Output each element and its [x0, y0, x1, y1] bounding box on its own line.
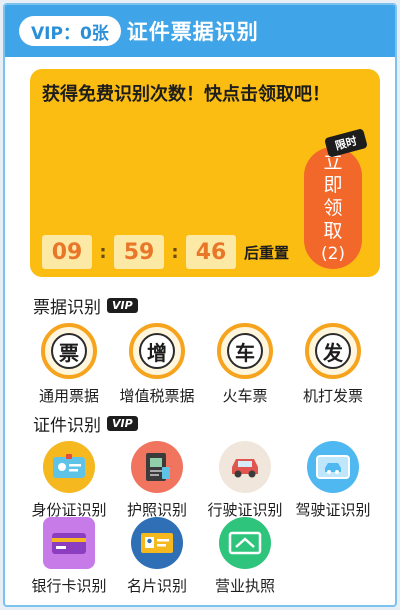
printed-invoice-glyph: 发 — [315, 333, 351, 369]
tile-vat-invoice[interactable]: 增 增值税票据 — [113, 323, 201, 406]
claim-button[interactable]: 立 即 领 取 (2) — [304, 147, 362, 269]
vip-balance-label: VIP：0张 — [31, 23, 109, 44]
id-grid-row-2: 银行卡识别 名片识别 营业执照 — [25, 517, 385, 596]
promo-text: 获得免费识别次数！快点击领取吧！ — [42, 84, 330, 105]
claim-char-3: 领 — [323, 196, 343, 219]
tile-driver-license[interactable]: 驾驶证识别 — [289, 441, 377, 520]
vat-invoice-glyph: 增 — [139, 333, 175, 369]
tile-label: 名片识别 — [126, 577, 187, 595]
page-title: 证件票据识别 — [126, 20, 259, 44]
tile-bank-card[interactable]: 银行卡识别 — [25, 517, 113, 596]
driver-license-icon — [307, 441, 359, 493]
car-license-icon — [219, 441, 271, 493]
tile-label: 机打发票 — [302, 387, 363, 405]
claim-count: (2) — [320, 243, 346, 264]
app-window: VIP：0张 证件票据识别 获得免费识别次数！快点击领取吧！ 立 即 领 取 (… — [3, 3, 397, 607]
id-section-title: 证件识别 VIP — [33, 411, 138, 436]
tile-general-bill[interactable]: 票 通用票据 — [25, 323, 113, 406]
countdown-separator: : — [99, 241, 107, 263]
passport-icon — [131, 441, 183, 493]
vip-balance-button[interactable]: VIP：0张 — [19, 16, 121, 46]
bank-card-icon — [43, 517, 95, 569]
vat-invoice-icon: 增 — [129, 323, 185, 379]
bill-section-label: 票据识别 — [33, 298, 101, 318]
tile-label: 通用票据 — [38, 387, 99, 405]
tile-label: 营业执照 — [214, 577, 275, 595]
top-bar: VIP：0张 证件票据识别 — [5, 5, 395, 57]
tile-train-ticket[interactable]: 车 火车票 — [201, 323, 289, 406]
printed-invoice-icon: 发 — [305, 323, 361, 379]
train-ticket-glyph: 车 — [227, 333, 263, 369]
id-grid-row-1: 身份证识别 护照识别 行驶证识别 驾驶证识别 — [25, 441, 385, 520]
tile-business-license[interactable]: 营业执照 — [201, 517, 289, 596]
business-license-icon — [219, 517, 271, 569]
bill-grid: 票 通用票据 增 增值税票据 车 火车票 发 机打发票 — [25, 323, 385, 406]
reset-label: 后重置 — [244, 243, 290, 262]
countdown-timer: 09 : 59 : 46 后重置 — [42, 235, 289, 269]
tile-label: 增值税票据 — [119, 387, 195, 405]
tile-printed-invoice[interactable]: 发 机打发票 — [289, 323, 377, 406]
vip-badge: VIP — [107, 298, 138, 313]
countdown-separator: : — [171, 241, 179, 263]
tile-label: 火车票 — [222, 387, 268, 405]
claim-char-2: 即 — [323, 173, 343, 196]
tile-business-card[interactable]: 名片识别 — [113, 517, 201, 596]
bill-section-title: 票据识别 VIP — [33, 293, 138, 318]
general-bill-icon: 票 — [41, 323, 97, 379]
countdown-seconds: 46 — [186, 235, 236, 269]
tile-passport[interactable]: 护照识别 — [113, 441, 201, 520]
claim-char-4: 取 — [323, 219, 343, 242]
business-card-icon — [131, 517, 183, 569]
promo-banner: 获得免费识别次数！快点击领取吧！ 立 即 领 取 (2) 限时 09 : 59 … — [30, 69, 380, 277]
id-section-label: 证件识别 — [33, 416, 101, 436]
train-ticket-icon: 车 — [217, 323, 273, 379]
countdown-minutes: 59 — [114, 235, 164, 269]
countdown-hours: 09 — [42, 235, 92, 269]
vip-badge: VIP — [107, 416, 138, 431]
tile-car-license[interactable]: 行驶证识别 — [201, 441, 289, 520]
id-card-icon — [43, 441, 95, 493]
tile-label: 银行卡识别 — [31, 577, 107, 595]
tile-id-card[interactable]: 身份证识别 — [25, 441, 113, 520]
general-bill-glyph: 票 — [51, 333, 87, 369]
